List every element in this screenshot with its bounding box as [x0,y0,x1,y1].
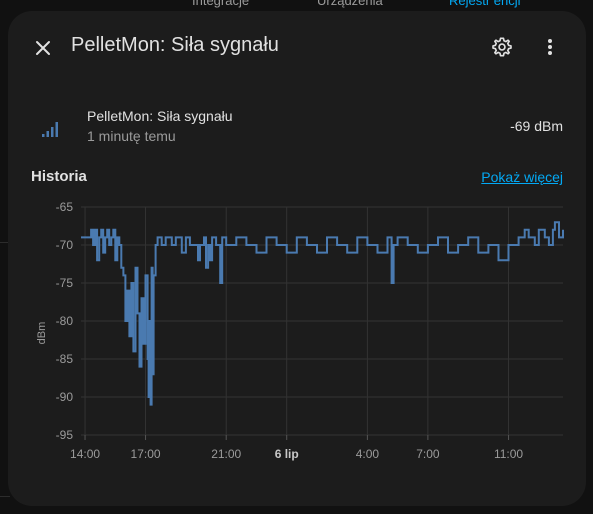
bg-tab-devices[interactable]: Urządzenia [317,0,383,8]
x-tick-label: 21:00 [211,447,241,461]
background-tabs: Integracje Urządzenia Rejestr encji [0,0,593,9]
y-tick-label: -95 [56,428,74,442]
more-info-dialog: PelletMon: Siła sygnału PelletMon: Siła … [8,11,586,506]
y-tick-label: -90 [56,390,74,404]
history-chart[interactable]: -65 -70 -75 -80 -85 -90 -95 14:00 17:00 21:00 6 l… [8,11,586,506]
bg-tab-entities[interactable]: Rejestr encji [449,0,521,8]
x-tick-label: 17:00 [131,447,161,461]
y-tick-label: -85 [56,352,74,366]
series-line [81,221,564,406]
x-tick-label: 4:00 [356,447,380,461]
y-axis-label: dBm [36,322,48,345]
bg-tab-integrations[interactable]: Integracje [192,0,249,8]
y-tick-label: -65 [56,200,74,214]
y-tick-label: -80 [56,314,74,328]
x-tick-label: 6 lip [275,447,299,461]
x-tick-label: 7:00 [416,447,440,461]
y-tick-label: -70 [56,238,74,252]
x-tick-label: 11:00 [494,447,523,461]
x-tick-label: 14:00 [70,447,100,461]
y-tick-label: -75 [56,276,74,290]
